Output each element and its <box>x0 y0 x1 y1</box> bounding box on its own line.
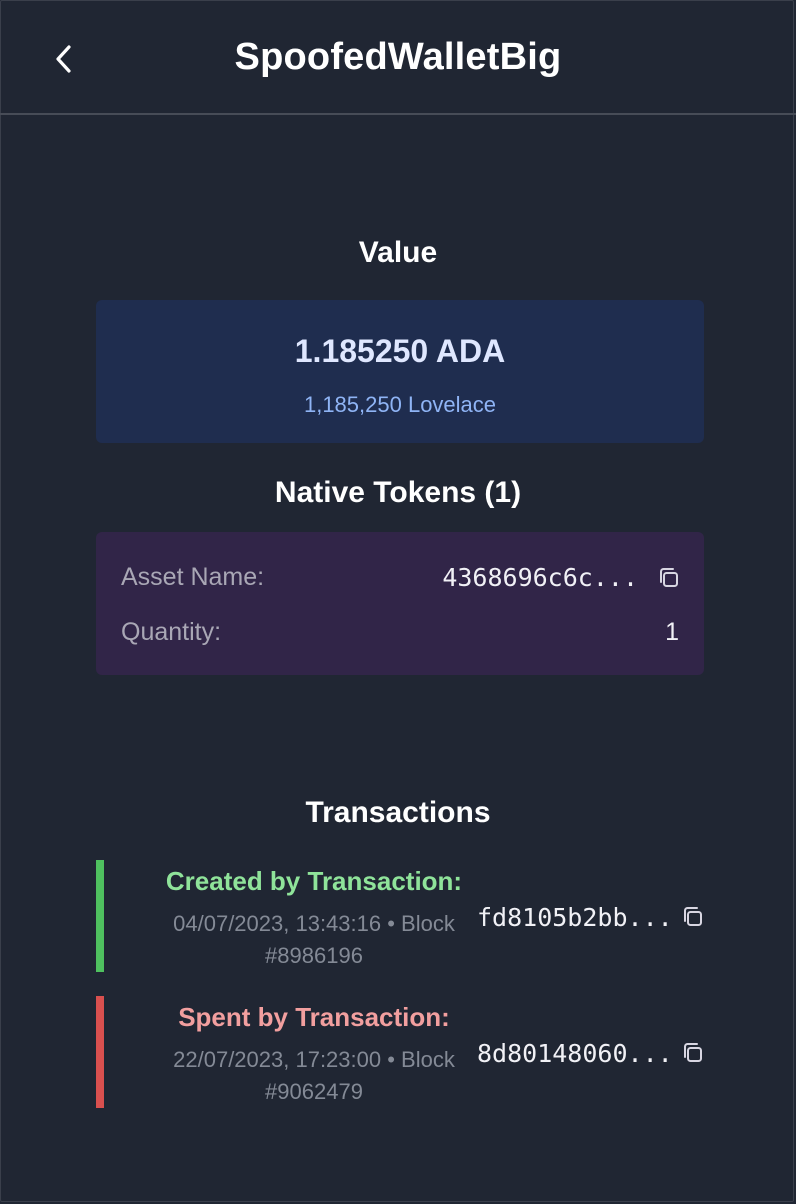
quantity-value: 1 <box>665 618 679 646</box>
value-heading: Value <box>358 236 438 269</box>
copy-icon[interactable] <box>680 1040 706 1066</box>
ada-amount: 1.185250 ADA <box>294 333 506 369</box>
tx-created-item: Created by Transaction: 04/07/2023, 13:4… <box>96 860 716 972</box>
tx-spent-item: Spent by Transaction: 22/07/2023, 17:23:… <box>96 996 716 1108</box>
tx-created-block: #8986196 <box>265 943 363 968</box>
tx-spent-title: Spent by Transaction: <box>178 1002 450 1032</box>
tx-created-datetime: 04/07/2023, 13:43:16 • Block <box>173 911 455 936</box>
tx-spent-block: #9062479 <box>265 1079 363 1104</box>
value-card: 1.185250 ADA 1,185,250 Lovelace <box>96 300 704 443</box>
asset-name-label: Asset Name: <box>121 563 265 591</box>
quantity-label: Quantity: <box>121 618 222 646</box>
tx-created-hash[interactable]: fd8105b2bb... <box>477 903 673 932</box>
native-tokens-heading: Native Tokens (1) <box>274 476 522 509</box>
copy-icon[interactable] <box>656 565 682 591</box>
transactions-heading: Transactions <box>305 796 491 829</box>
tx-status-bar-created <box>96 860 104 972</box>
copy-icon[interactable] <box>680 904 706 930</box>
lovelace-amount: 1,185,250 Lovelace <box>303 392 497 417</box>
tx-status-bar-spent <box>96 996 104 1108</box>
header-bar: SpoofedWalletBig <box>0 0 796 115</box>
page-title: SpoofedWalletBig <box>234 36 562 78</box>
tx-spent-hash[interactable]: 8d80148060... <box>477 1039 673 1068</box>
asset-name-value: 4368696c6c... <box>442 563 638 592</box>
tx-spent-datetime: 22/07/2023, 17:23:00 • Block <box>173 1047 455 1072</box>
tx-created-title: Created by Transaction: <box>165 866 463 896</box>
native-tokens-card: Asset Name: 4368696c6c... Quantity: 1 <box>96 532 704 675</box>
